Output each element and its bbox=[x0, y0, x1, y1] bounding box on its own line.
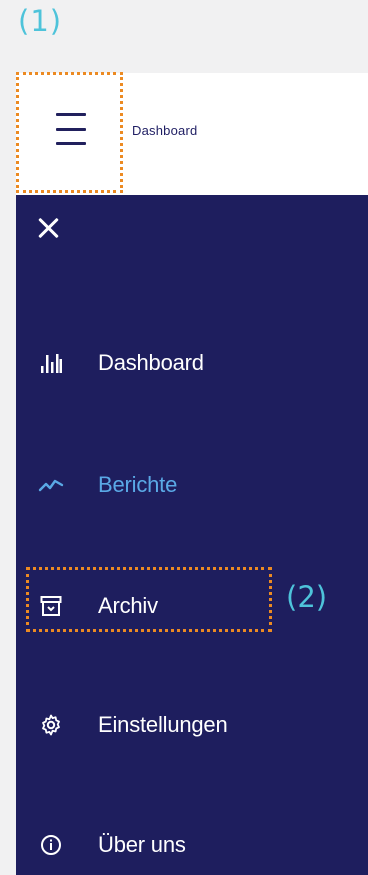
close-icon[interactable] bbox=[38, 217, 60, 239]
trend-line-icon bbox=[38, 472, 64, 498]
info-icon bbox=[38, 832, 64, 858]
callout-label-1: (1) bbox=[18, 4, 63, 38]
bar-chart-icon bbox=[38, 350, 64, 376]
callout-label-2: (2) bbox=[286, 580, 328, 614]
nav-item-dashboard[interactable]: Dashboard bbox=[16, 341, 336, 385]
gear-icon bbox=[38, 712, 64, 738]
nav-label-ueber-uns: Über uns bbox=[98, 832, 186, 857]
highlight-box-2 bbox=[26, 567, 272, 632]
nav-item-ueber-uns[interactable]: Über uns bbox=[16, 823, 336, 867]
highlight-box-1 bbox=[16, 72, 123, 193]
nav-item-einstellungen[interactable]: Einstellungen bbox=[16, 703, 336, 747]
nav-label-berichte: Berichte bbox=[98, 472, 178, 497]
nav-label-dashboard: Dashboard bbox=[98, 350, 204, 375]
nav-item-berichte[interactable]: Berichte bbox=[16, 463, 336, 507]
navigation-drawer: Dashboard Berichte Archiv Einstellungen bbox=[16, 195, 368, 875]
page-title: Dashboard bbox=[132, 123, 198, 138]
nav-label-einstellungen: Einstellungen bbox=[98, 712, 228, 737]
